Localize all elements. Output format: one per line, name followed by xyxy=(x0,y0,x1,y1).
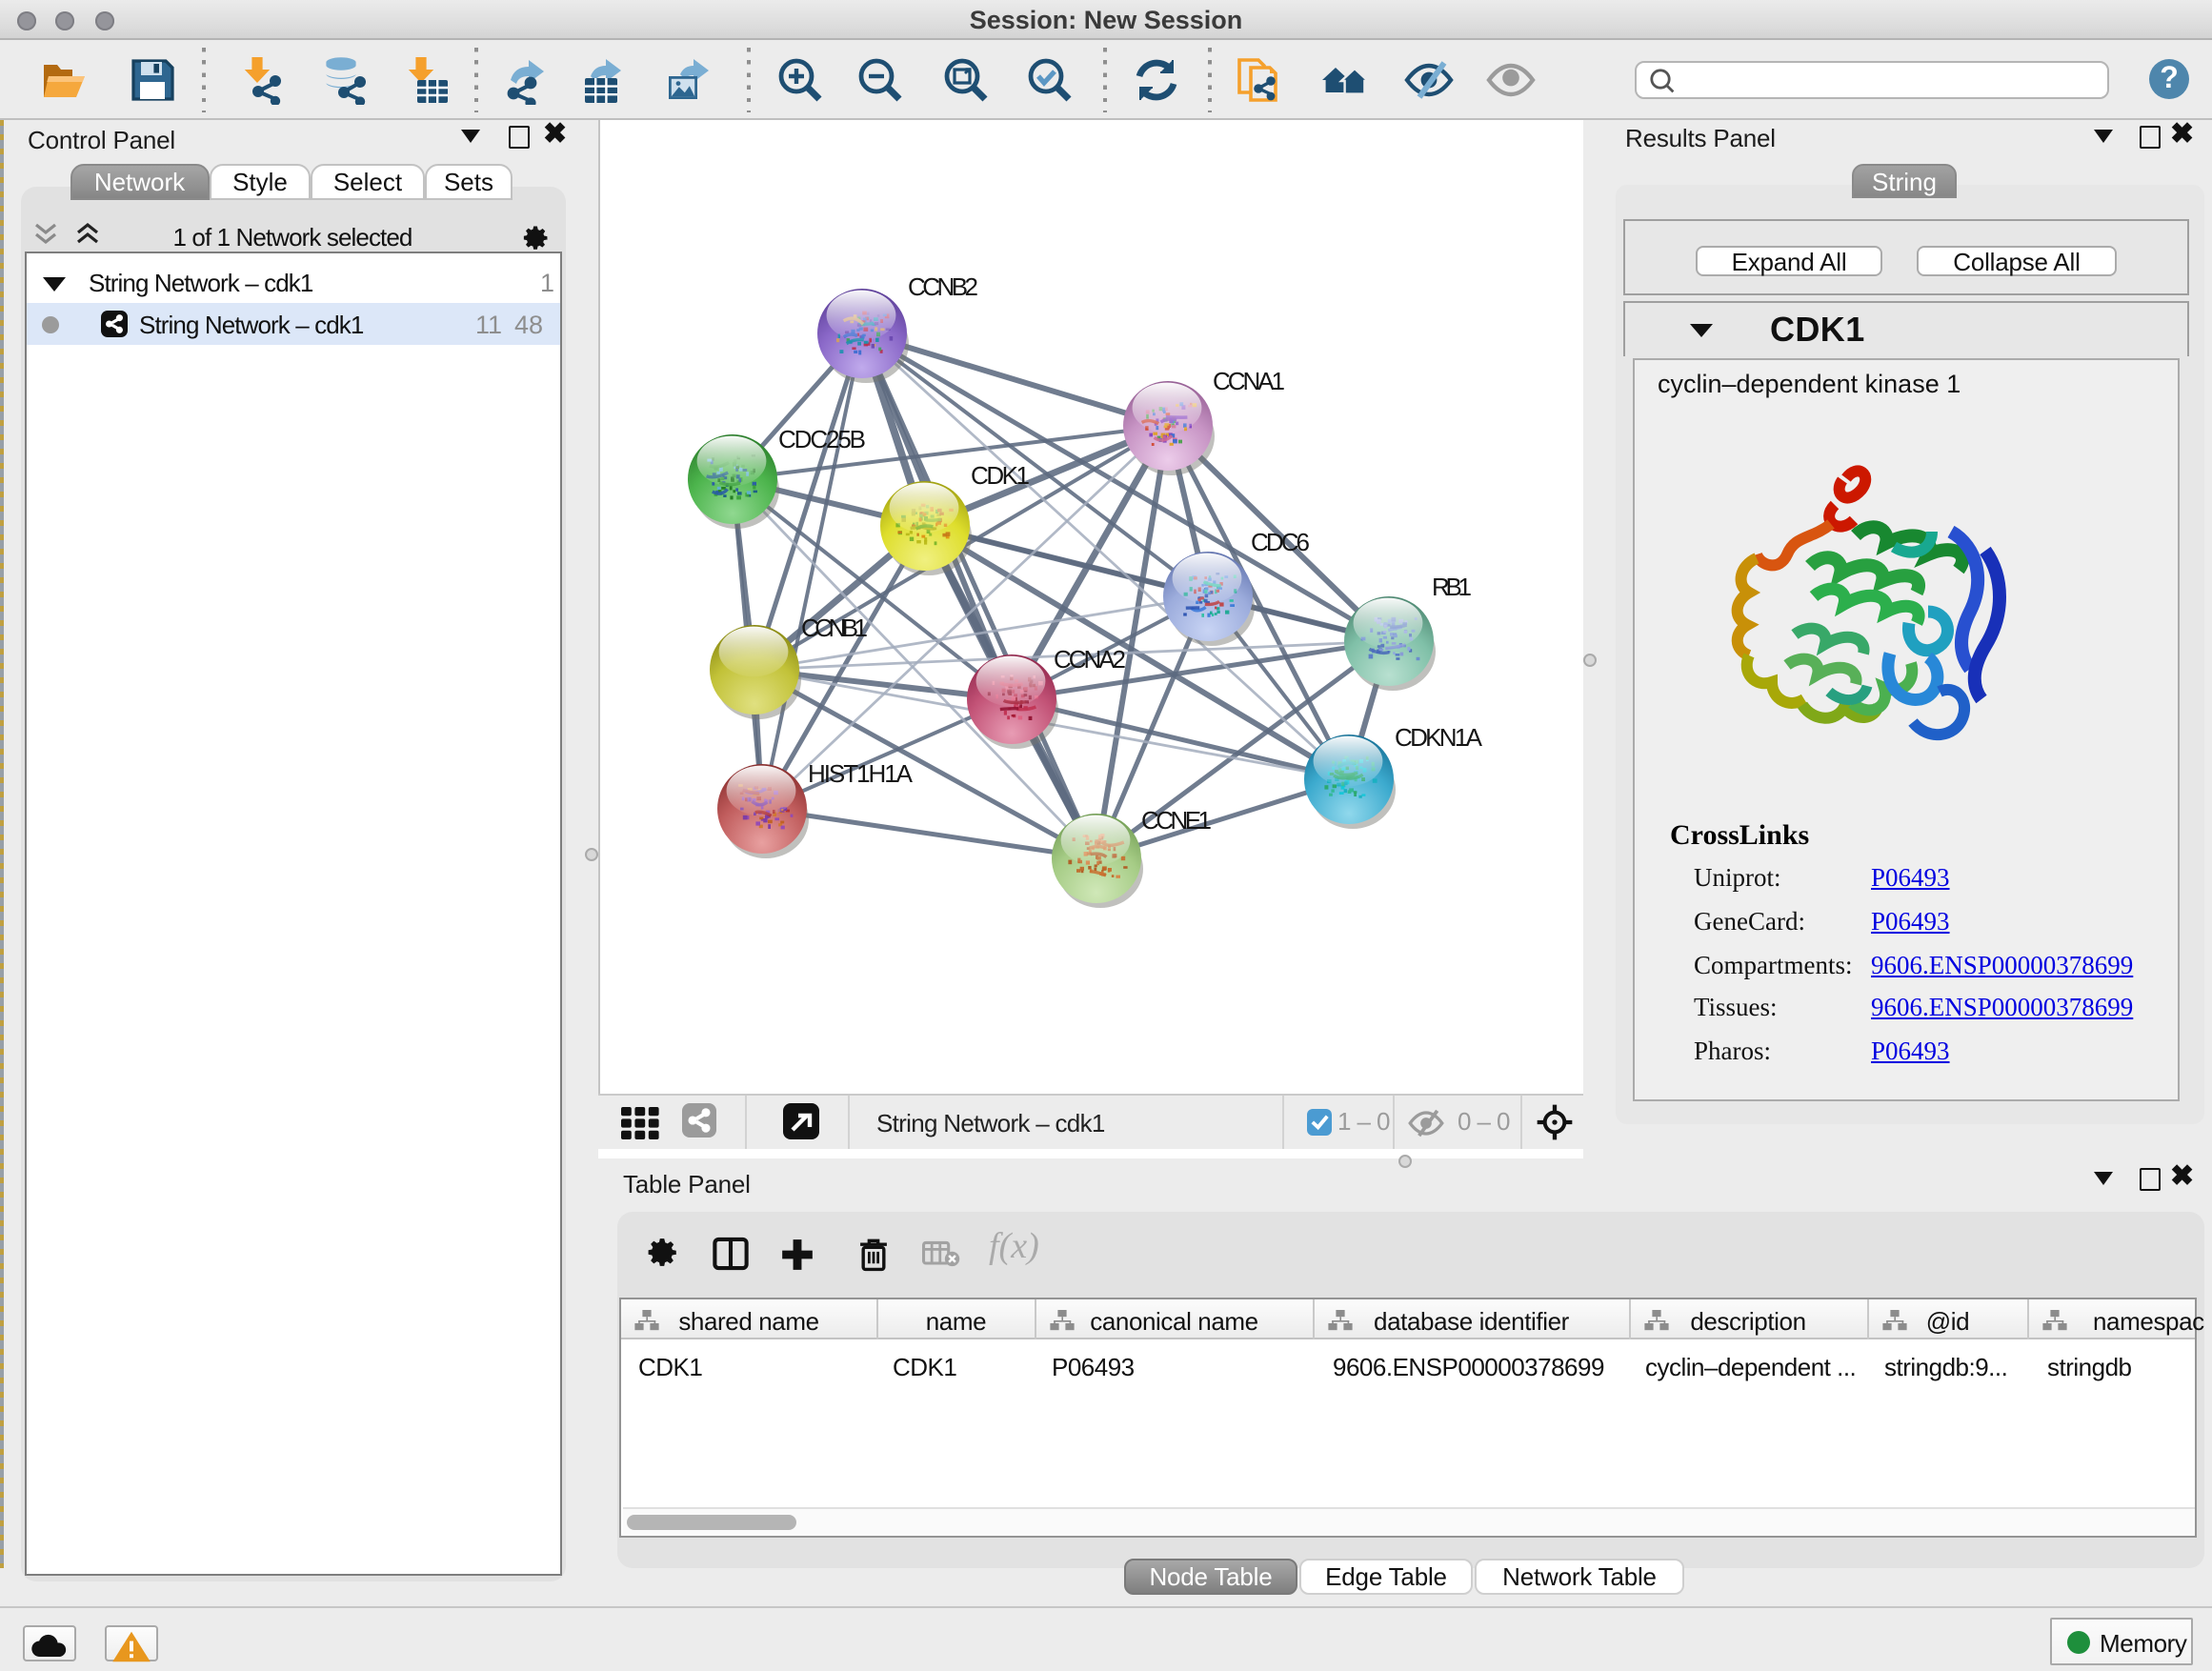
svg-text:CCNA1: CCNA1 xyxy=(1213,367,1285,395)
svg-text:RB1: RB1 xyxy=(1432,573,1472,601)
svg-text:CDKN1A: CDKN1A xyxy=(1395,723,1483,752)
svg-text:CCNB1: CCNB1 xyxy=(801,614,868,642)
svg-text:CDK1: CDK1 xyxy=(971,461,1030,490)
svg-text:CDC6: CDC6 xyxy=(1251,528,1310,556)
svg-text:CDC25B: CDC25B xyxy=(778,425,866,453)
svg-text:CCNB2: CCNB2 xyxy=(908,272,978,301)
svg-text:CCNA2: CCNA2 xyxy=(1054,645,1126,674)
svg-text:HIST1H1A: HIST1H1A xyxy=(808,759,914,788)
svg-text:CCNE1: CCNE1 xyxy=(1141,806,1212,835)
